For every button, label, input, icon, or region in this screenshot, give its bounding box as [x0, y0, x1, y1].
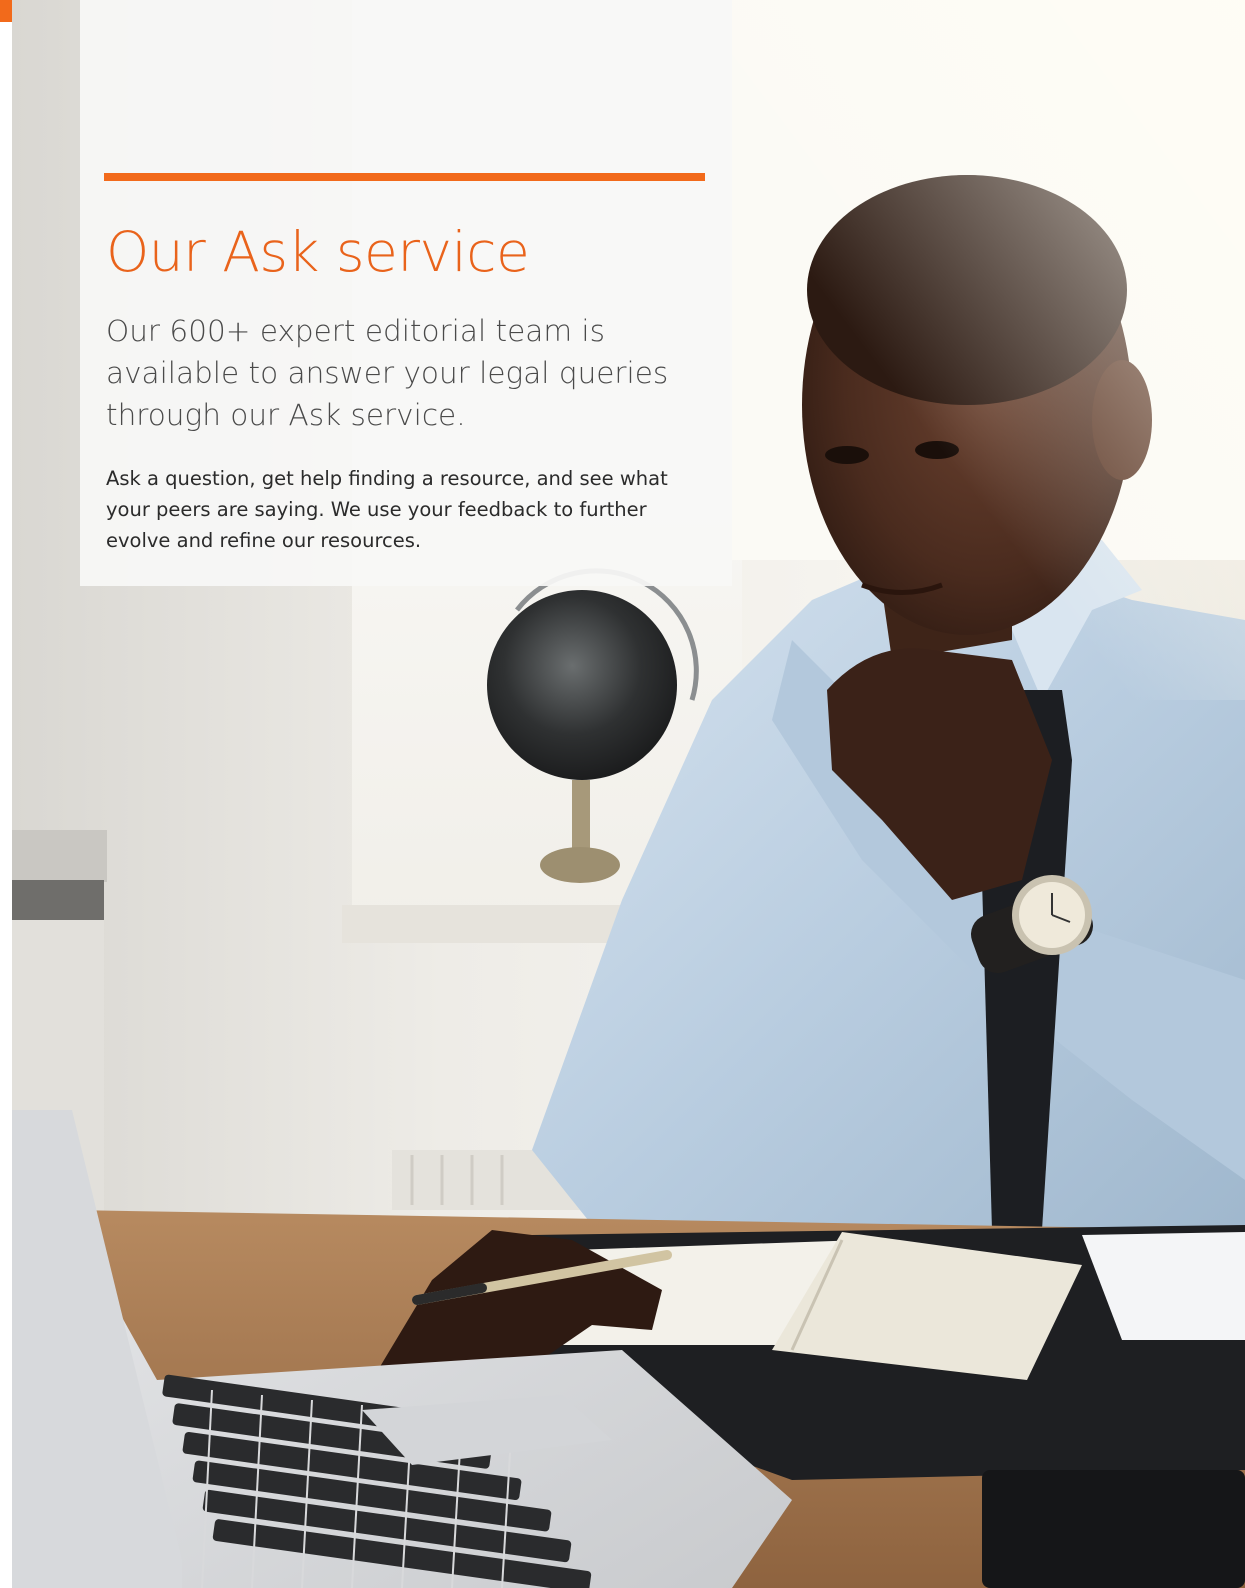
page-title: Our Ask service [106, 220, 530, 284]
orange-edge-marker [0, 0, 12, 22]
body-paragraph: Ask a question, get help finding a resou… [106, 467, 668, 552]
page: Our Ask service Our 600+ expert editoria… [0, 0, 1245, 1588]
accent-rule [104, 173, 705, 181]
left-margin [0, 0, 12, 1588]
intro-card: Our Ask service Our 600+ expert editoria… [80, 0, 732, 586]
lead-paragraph: Our 600+ expert editorial team is availa… [106, 314, 669, 432]
